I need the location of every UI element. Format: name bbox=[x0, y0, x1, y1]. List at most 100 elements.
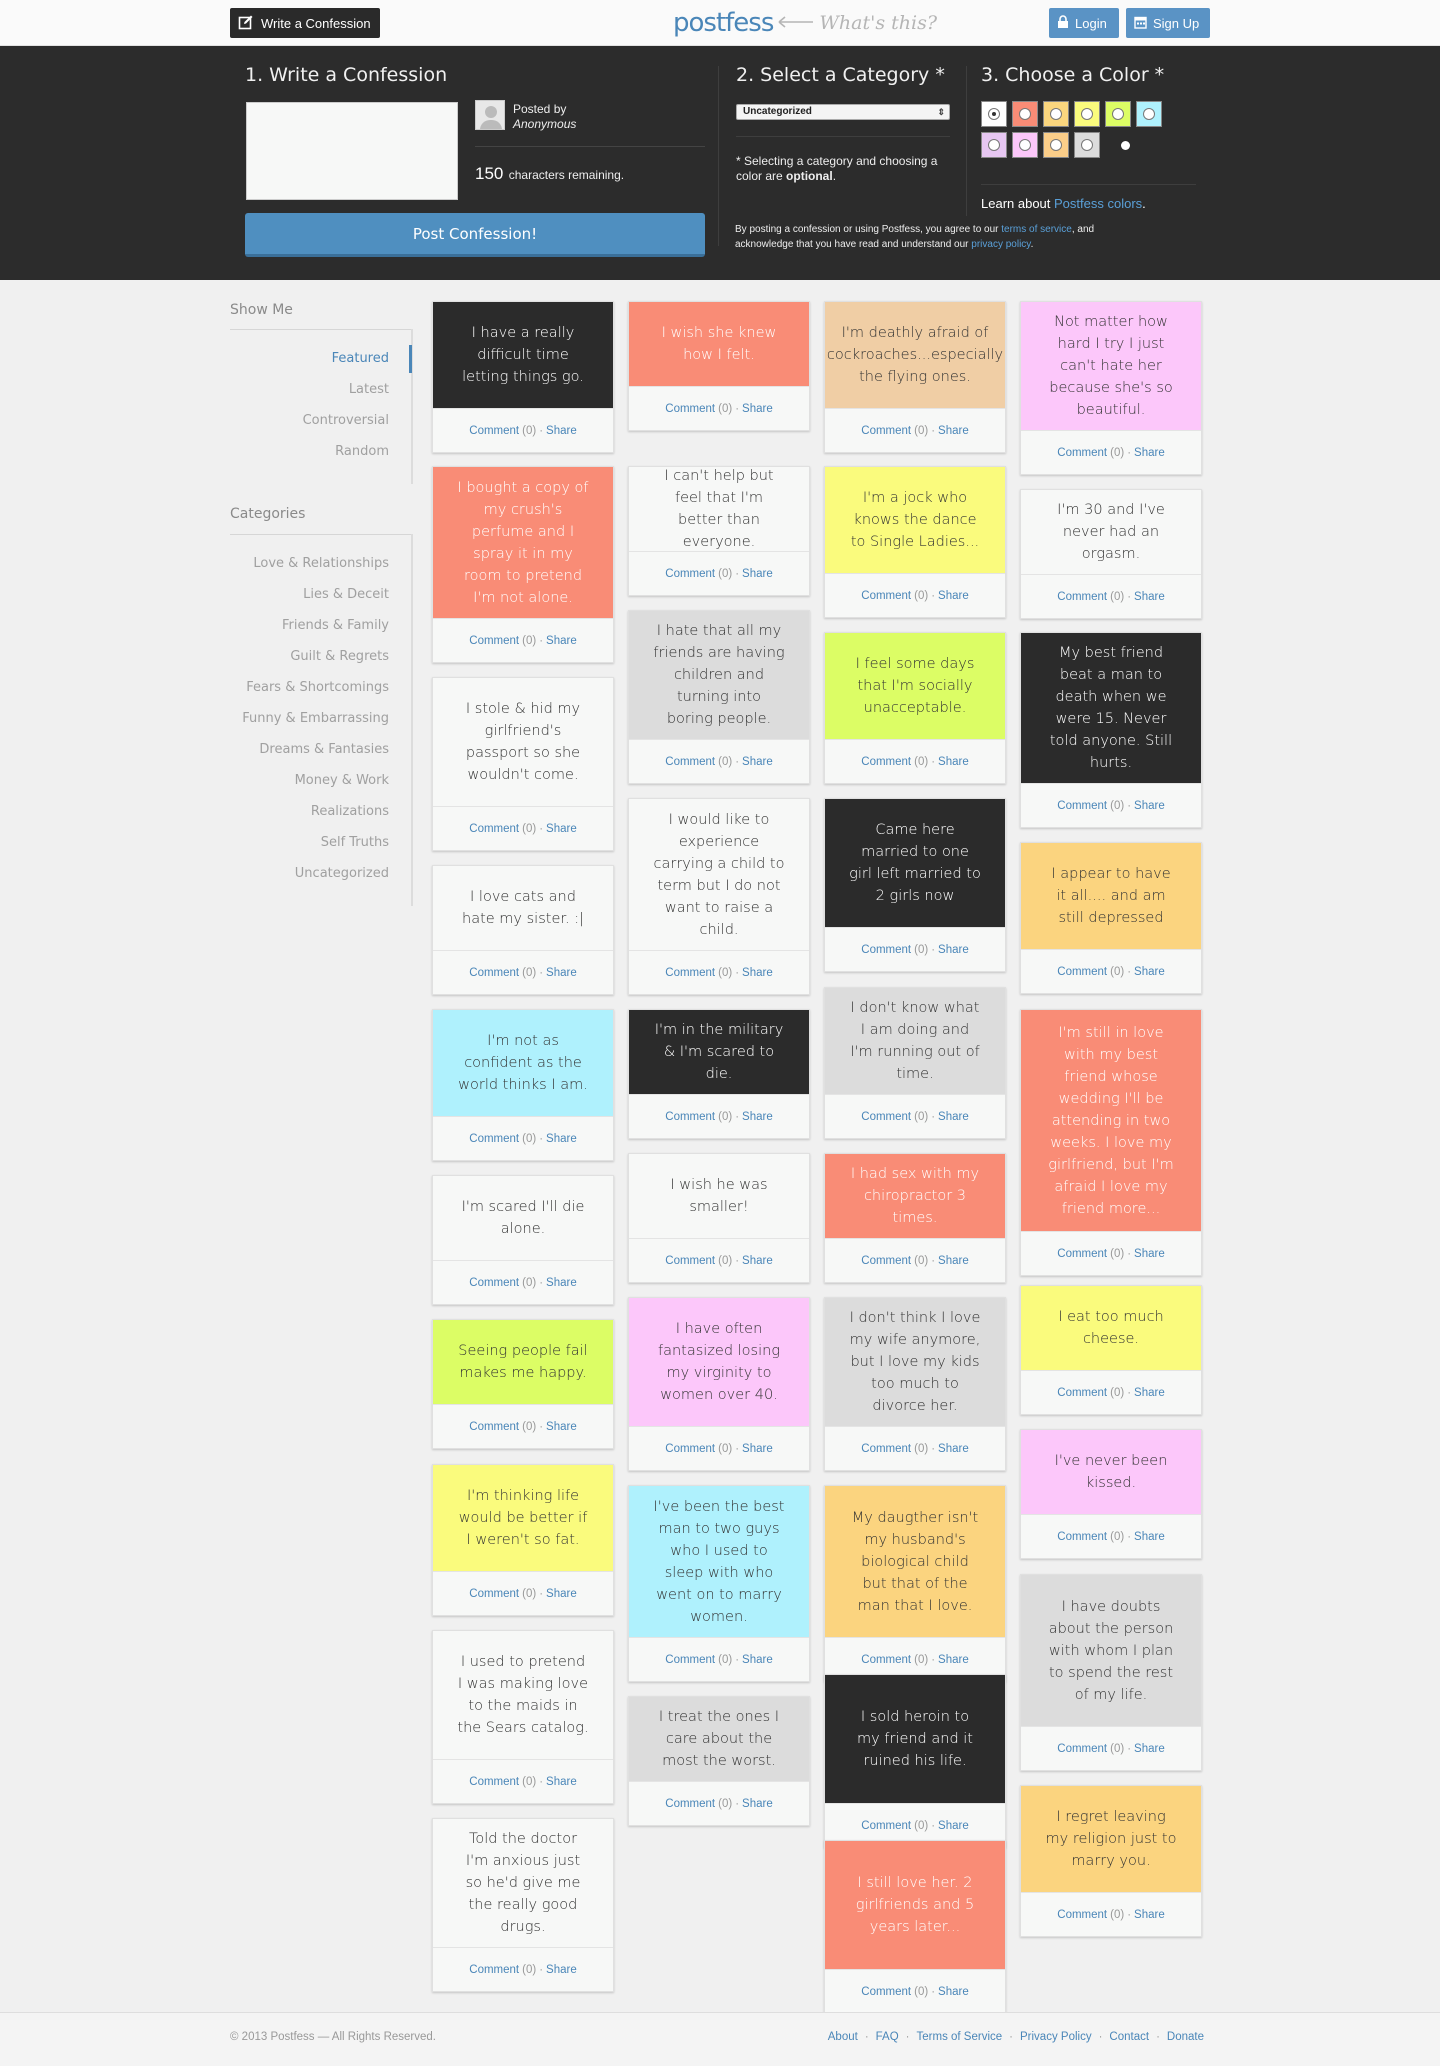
confession-card[interactable]: My best friend beat a man to death when … bbox=[1020, 632, 1202, 828]
category-link[interactable]: Guilt & Regrets bbox=[290, 649, 389, 664]
confession-card[interactable]: I used to pretend I was making love to t… bbox=[432, 1630, 614, 1804]
comment-link[interactable]: Comment bbox=[861, 1443, 911, 1455]
confession-card[interactable]: I sold heroin to my friend and it ruined… bbox=[824, 1674, 1006, 1848]
category-link[interactable]: Funny & Embarrassing bbox=[242, 711, 389, 726]
confession-card[interactable]: Came here married to one girl left marri… bbox=[824, 798, 1006, 972]
comment-link[interactable]: Comment bbox=[665, 967, 715, 979]
confession-card[interactable]: I'm deathly afraid of cockroaches...espe… bbox=[824, 301, 1006, 453]
share-link[interactable]: Share bbox=[938, 590, 969, 602]
share-link[interactable]: Share bbox=[1134, 966, 1165, 978]
footer-link-terms-of-service[interactable]: Terms of Service bbox=[917, 2031, 1003, 2043]
confession-card[interactable]: Told the doctor I'm anxious just so he'd… bbox=[432, 1818, 614, 1992]
confession-card[interactable]: I had sex with my chiropractor 3 times. C… bbox=[824, 1153, 1006, 1283]
privacy-policy-link[interactable]: privacy policy bbox=[971, 239, 1030, 250]
comment-link[interactable]: Comment bbox=[1057, 1743, 1107, 1755]
comment-link[interactable]: Comment bbox=[1057, 1531, 1107, 1543]
color-swatch-gray[interactable] bbox=[1074, 132, 1100, 158]
confession-card[interactable]: I have often fantasized losing my virgin… bbox=[628, 1297, 810, 1471]
comment-link[interactable]: Comment bbox=[1057, 800, 1107, 812]
footer-link-about[interactable]: About bbox=[828, 2031, 858, 2043]
share-link[interactable]: Share bbox=[742, 1111, 773, 1123]
comment-link[interactable]: Comment bbox=[861, 1654, 911, 1666]
comment-link[interactable]: Comment bbox=[861, 944, 911, 956]
comment-link[interactable]: Comment bbox=[861, 425, 911, 437]
share-link[interactable]: Share bbox=[742, 1654, 773, 1666]
share-link[interactable]: Share bbox=[742, 1443, 773, 1455]
comment-link[interactable]: Comment bbox=[861, 590, 911, 602]
share-link[interactable]: Share bbox=[1134, 447, 1165, 459]
color-swatch-lime[interactable] bbox=[1105, 101, 1131, 127]
category-link[interactable]: Lies & Deceit bbox=[303, 587, 389, 602]
comment-link[interactable]: Comment bbox=[1057, 447, 1107, 459]
share-link[interactable]: Share bbox=[742, 1255, 773, 1267]
share-link[interactable]: Share bbox=[742, 967, 773, 979]
comment-link[interactable]: Comment bbox=[861, 756, 911, 768]
confession-card[interactable]: I love cats and hate my sister. :| Commen… bbox=[432, 865, 614, 995]
confession-card[interactable]: I still love her. 2 girlfriends and 5 ye… bbox=[824, 1840, 1006, 2014]
comment-link[interactable]: Comment bbox=[665, 1798, 715, 1810]
comment-link[interactable]: Comment bbox=[861, 1820, 911, 1832]
category-link[interactable]: Fears & Shortcomings bbox=[246, 680, 389, 695]
postfess-colors-link[interactable]: Postfess colors bbox=[1054, 196, 1142, 211]
category-link[interactable]: Realizations bbox=[311, 804, 389, 819]
comment-link[interactable]: Comment bbox=[665, 403, 715, 415]
confession-card[interactable]: I have a really difficult time letting t… bbox=[432, 301, 614, 453]
comment-link[interactable]: Comment bbox=[665, 1443, 715, 1455]
category-select[interactable]: Uncategorized ⇕ bbox=[736, 104, 950, 120]
color-swatch-pink[interactable] bbox=[1012, 132, 1038, 158]
share-link[interactable]: Share bbox=[546, 1133, 577, 1145]
share-link[interactable]: Share bbox=[742, 403, 773, 415]
color-swatch-peach[interactable] bbox=[1043, 101, 1069, 127]
share-link[interactable]: Share bbox=[938, 1820, 969, 1832]
login-button[interactable]: Login bbox=[1049, 8, 1119, 38]
confession-card[interactable]: I wish she knew how I felt. Comment (0) · Sh… bbox=[628, 301, 810, 431]
share-link[interactable]: Share bbox=[742, 568, 773, 580]
confession-card[interactable]: I'm a jock who knows the dance to Single… bbox=[824, 466, 1006, 618]
confession-card[interactable]: I appear to have it all.... and am still… bbox=[1020, 842, 1202, 994]
comment-link[interactable]: Comment bbox=[861, 1986, 911, 1998]
footer-link-contact[interactable]: Contact bbox=[1109, 2031, 1149, 2043]
share-link[interactable]: Share bbox=[938, 944, 969, 956]
category-link[interactable]: Love & Relationships bbox=[253, 556, 389, 571]
confession-card[interactable]: I'm not as confident as the world thinks… bbox=[432, 1009, 614, 1161]
share-link[interactable]: Share bbox=[546, 823, 577, 835]
share-link[interactable]: Share bbox=[546, 1776, 577, 1788]
confession-card[interactable]: I'm still in love with my best friend wh… bbox=[1020, 1009, 1202, 1276]
confession-card[interactable]: I regret leaving my religion just to mar… bbox=[1020, 1785, 1202, 1937]
comment-link[interactable]: Comment bbox=[469, 1964, 519, 1976]
confession-card[interactable]: I wish he was smaller! Comment (0) · Share bbox=[628, 1153, 810, 1283]
share-link[interactable]: Share bbox=[938, 1986, 969, 1998]
confession-card[interactable]: I stole & hid my girlfriend's passport s… bbox=[432, 677, 614, 851]
color-swatch-coral[interactable] bbox=[1012, 101, 1038, 127]
share-link[interactable]: Share bbox=[742, 1798, 773, 1810]
share-link[interactable]: Share bbox=[938, 1443, 969, 1455]
comment-link[interactable]: Comment bbox=[665, 1654, 715, 1666]
comment-link[interactable]: Comment bbox=[665, 1255, 715, 1267]
comment-link[interactable]: Comment bbox=[665, 756, 715, 768]
confession-card[interactable]: I hate that all my friends are having ch… bbox=[628, 610, 810, 784]
comment-link[interactable]: Comment bbox=[469, 1776, 519, 1788]
confession-card[interactable]: I can't help but feel that I'm better th… bbox=[628, 466, 810, 596]
comment-link[interactable]: Comment bbox=[861, 1255, 911, 1267]
confession-textarea[interactable] bbox=[246, 102, 458, 200]
confession-card[interactable]: I'm thinking life would be better if I w… bbox=[432, 1464, 614, 1616]
confession-card[interactable]: I don't know what I am doing and I'm run… bbox=[824, 987, 1006, 1139]
whats-this-link[interactable]: What's this? bbox=[777, 12, 937, 34]
share-link[interactable]: Share bbox=[1134, 1387, 1165, 1399]
color-swatch-cyan[interactable] bbox=[1136, 101, 1162, 127]
share-link[interactable]: Share bbox=[938, 1255, 969, 1267]
category-link[interactable]: Dreams & Fantasies bbox=[259, 742, 389, 757]
color-swatch-black[interactable] bbox=[1121, 141, 1130, 150]
share-link[interactable]: Share bbox=[1134, 1909, 1165, 1921]
share-link[interactable]: Share bbox=[546, 1277, 577, 1289]
category-link[interactable]: Money & Work bbox=[295, 773, 389, 788]
comment-link[interactable]: Comment bbox=[665, 1111, 715, 1123]
footer-link-donate[interactable]: Donate bbox=[1167, 2031, 1204, 2043]
comment-link[interactable]: Comment bbox=[469, 1588, 519, 1600]
filter-random[interactable]: Random bbox=[335, 444, 389, 459]
terms-of-service-link[interactable]: terms of service bbox=[1001, 224, 1072, 235]
confession-card[interactable]: I'm scared I'll die alone. Comment (0) · Sha… bbox=[432, 1175, 614, 1305]
share-link[interactable]: Share bbox=[546, 425, 577, 437]
confession-card[interactable]: I feel some days that I'm socially unacc… bbox=[824, 632, 1006, 784]
comment-link[interactable]: Comment bbox=[469, 823, 519, 835]
